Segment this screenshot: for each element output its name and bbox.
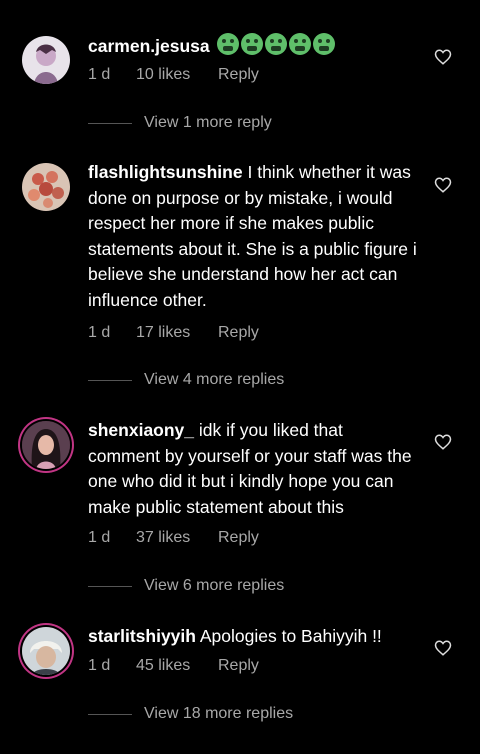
nauseated-face-icon (217, 33, 240, 55)
comment-text: I think whether it was done on purpose o… (88, 162, 417, 310)
divider-line (88, 122, 132, 124)
nauseated-face-icon (241, 33, 264, 55)
view-more-replies[interactable]: View 18 more replies (88, 705, 293, 723)
view-more-label[interactable]: View 4 more replies (144, 371, 284, 389)
emoji-row (217, 33, 336, 55)
comment-body: shenxiaony_ idk if you liked that commen… (88, 418, 418, 520)
comment-text: Apologies to Bahiyyih !! (199, 626, 382, 646)
reply-button[interactable]: Reply (218, 66, 259, 84)
comment-time: 1 d (88, 657, 111, 674)
comment-meta: 1 d 45 likes Reply (88, 657, 259, 675)
nauseated-face-icon (313, 33, 336, 55)
like-heart-icon[interactable] (434, 639, 452, 657)
comment-time: 1 d (88, 66, 111, 83)
like-heart-icon[interactable] (434, 433, 452, 451)
comment-likes[interactable]: 10 likes (136, 66, 218, 84)
divider-line (88, 379, 132, 381)
reply-button[interactable]: Reply (218, 324, 259, 342)
reply-button[interactable]: Reply (218, 529, 259, 547)
comment-likes[interactable]: 37 likes (136, 529, 218, 547)
comment-username[interactable]: shenxiaony_ (88, 420, 194, 440)
nauseated-face-icon (289, 33, 312, 55)
avatar-image (22, 421, 70, 469)
comment-likes[interactable]: 17 likes (136, 324, 218, 342)
avatar[interactable] (22, 627, 70, 675)
comment-time: 1 d (88, 529, 111, 546)
nauseated-face-icon (265, 33, 288, 55)
avatar[interactable] (22, 421, 70, 469)
avatar-image (22, 163, 70, 211)
comment-time: 1 d (88, 324, 111, 341)
divider-line (88, 585, 132, 587)
comment-username[interactable]: flashlightsunshine (88, 162, 243, 182)
divider-line (88, 713, 132, 715)
view-more-label[interactable]: View 6 more replies (144, 577, 284, 595)
comment-body: flashlightsunshine I think whether it wa… (88, 160, 418, 313)
comment-likes[interactable]: 45 likes (136, 657, 218, 675)
view-more-label[interactable]: View 18 more replies (144, 705, 293, 723)
comment-meta: 1 d 10 likes Reply (88, 66, 259, 84)
avatar[interactable] (22, 163, 70, 211)
comment-username[interactable]: starlitshiyyih (88, 626, 196, 646)
avatar-image (22, 627, 70, 675)
avatar-image (22, 36, 70, 84)
view-more-replies[interactable]: View 4 more replies (88, 371, 284, 389)
like-heart-icon[interactable] (434, 176, 452, 194)
comment-meta: 1 d 37 likes Reply (88, 529, 259, 547)
like-heart-icon[interactable] (434, 48, 452, 66)
view-more-label[interactable]: View 1 more reply (144, 114, 272, 132)
reply-button[interactable]: Reply (218, 657, 259, 675)
comment-body: starlitshiyyih Apologies to Bahiyyih !! (88, 624, 418, 650)
avatar[interactable] (22, 36, 70, 84)
view-more-replies[interactable]: View 6 more replies (88, 577, 284, 595)
view-more-replies[interactable]: View 1 more reply (88, 114, 272, 132)
comment-body: carmen.jesusa (88, 33, 418, 60)
comment-username[interactable]: carmen.jesusa (88, 36, 210, 56)
comment-meta: 1 d 17 likes Reply (88, 324, 259, 342)
